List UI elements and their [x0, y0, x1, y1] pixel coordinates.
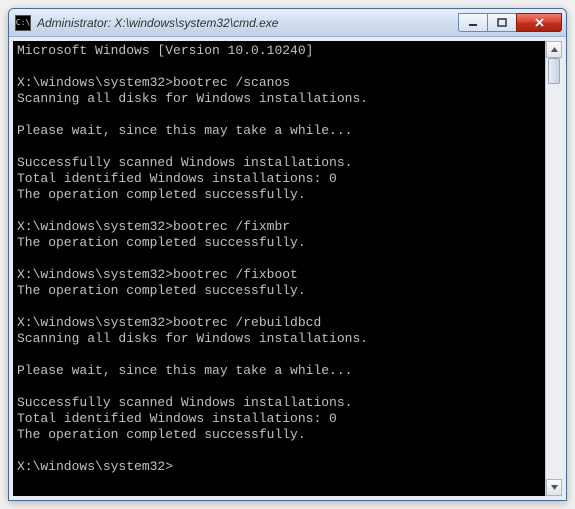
console-line	[17, 59, 543, 75]
console-line: X:\windows\system32>bootrec /scanos	[17, 75, 543, 91]
command-prompt-window: C:\ Administrator: X:\windows\system32\c…	[8, 8, 567, 501]
console-line: The operation completed successfully.	[17, 283, 543, 299]
title-bar[interactable]: C:\ Administrator: X:\windows\system32\c…	[9, 9, 566, 37]
console-line: The operation completed successfully.	[17, 427, 543, 443]
window-controls	[459, 13, 562, 32]
console-line	[17, 443, 543, 459]
console-output[interactable]: Microsoft Windows [Version 10.0.10240] X…	[13, 41, 545, 496]
console-line: The operation completed successfully.	[17, 187, 543, 203]
cmd-icon: C:\	[15, 15, 31, 31]
console-line: Scanning all disks for Windows installat…	[17, 91, 543, 107]
vertical-scrollbar[interactable]	[545, 41, 562, 496]
console-line: X:\windows\system32>	[17, 459, 543, 475]
console-line: Please wait, since this may take a while…	[17, 123, 543, 139]
close-icon	[534, 17, 545, 28]
minimize-icon	[468, 18, 478, 28]
console-line	[17, 379, 543, 395]
console-line: Microsoft Windows [Version 10.0.10240]	[17, 43, 543, 59]
console-line	[17, 347, 543, 363]
close-button[interactable]	[516, 13, 562, 32]
maximize-icon	[497, 18, 507, 28]
minimize-button[interactable]	[458, 13, 488, 32]
console-line	[17, 203, 543, 219]
console-line: X:\windows\system32>bootrec /rebuildbcd	[17, 315, 543, 331]
scroll-track[interactable]	[546, 58, 562, 479]
scroll-thumb[interactable]	[548, 58, 560, 84]
console-line	[17, 107, 543, 123]
console-line: Please wait, since this may take a while…	[17, 363, 543, 379]
console-line	[17, 139, 543, 155]
console-line: Total identified Windows installations: …	[17, 411, 543, 427]
chevron-up-icon	[550, 45, 559, 54]
scroll-down-button[interactable]	[546, 479, 562, 496]
window-title: Administrator: X:\windows\system32\cmd.e…	[37, 16, 459, 30]
client-area: Microsoft Windows [Version 10.0.10240] X…	[9, 37, 566, 500]
console-line	[17, 251, 543, 267]
maximize-button[interactable]	[487, 13, 517, 32]
console-line: Successfully scanned Windows installatio…	[17, 155, 543, 171]
console-line: The operation completed successfully.	[17, 235, 543, 251]
console-line: Scanning all disks for Windows installat…	[17, 331, 543, 347]
console-line	[17, 299, 543, 315]
console-line: Total identified Windows installations: …	[17, 171, 543, 187]
chevron-down-icon	[550, 483, 559, 492]
console-line: X:\windows\system32>bootrec /fixmbr	[17, 219, 543, 235]
scroll-up-button[interactable]	[546, 41, 562, 58]
console-line: Successfully scanned Windows installatio…	[17, 395, 543, 411]
console-line: X:\windows\system32>bootrec /fixboot	[17, 267, 543, 283]
